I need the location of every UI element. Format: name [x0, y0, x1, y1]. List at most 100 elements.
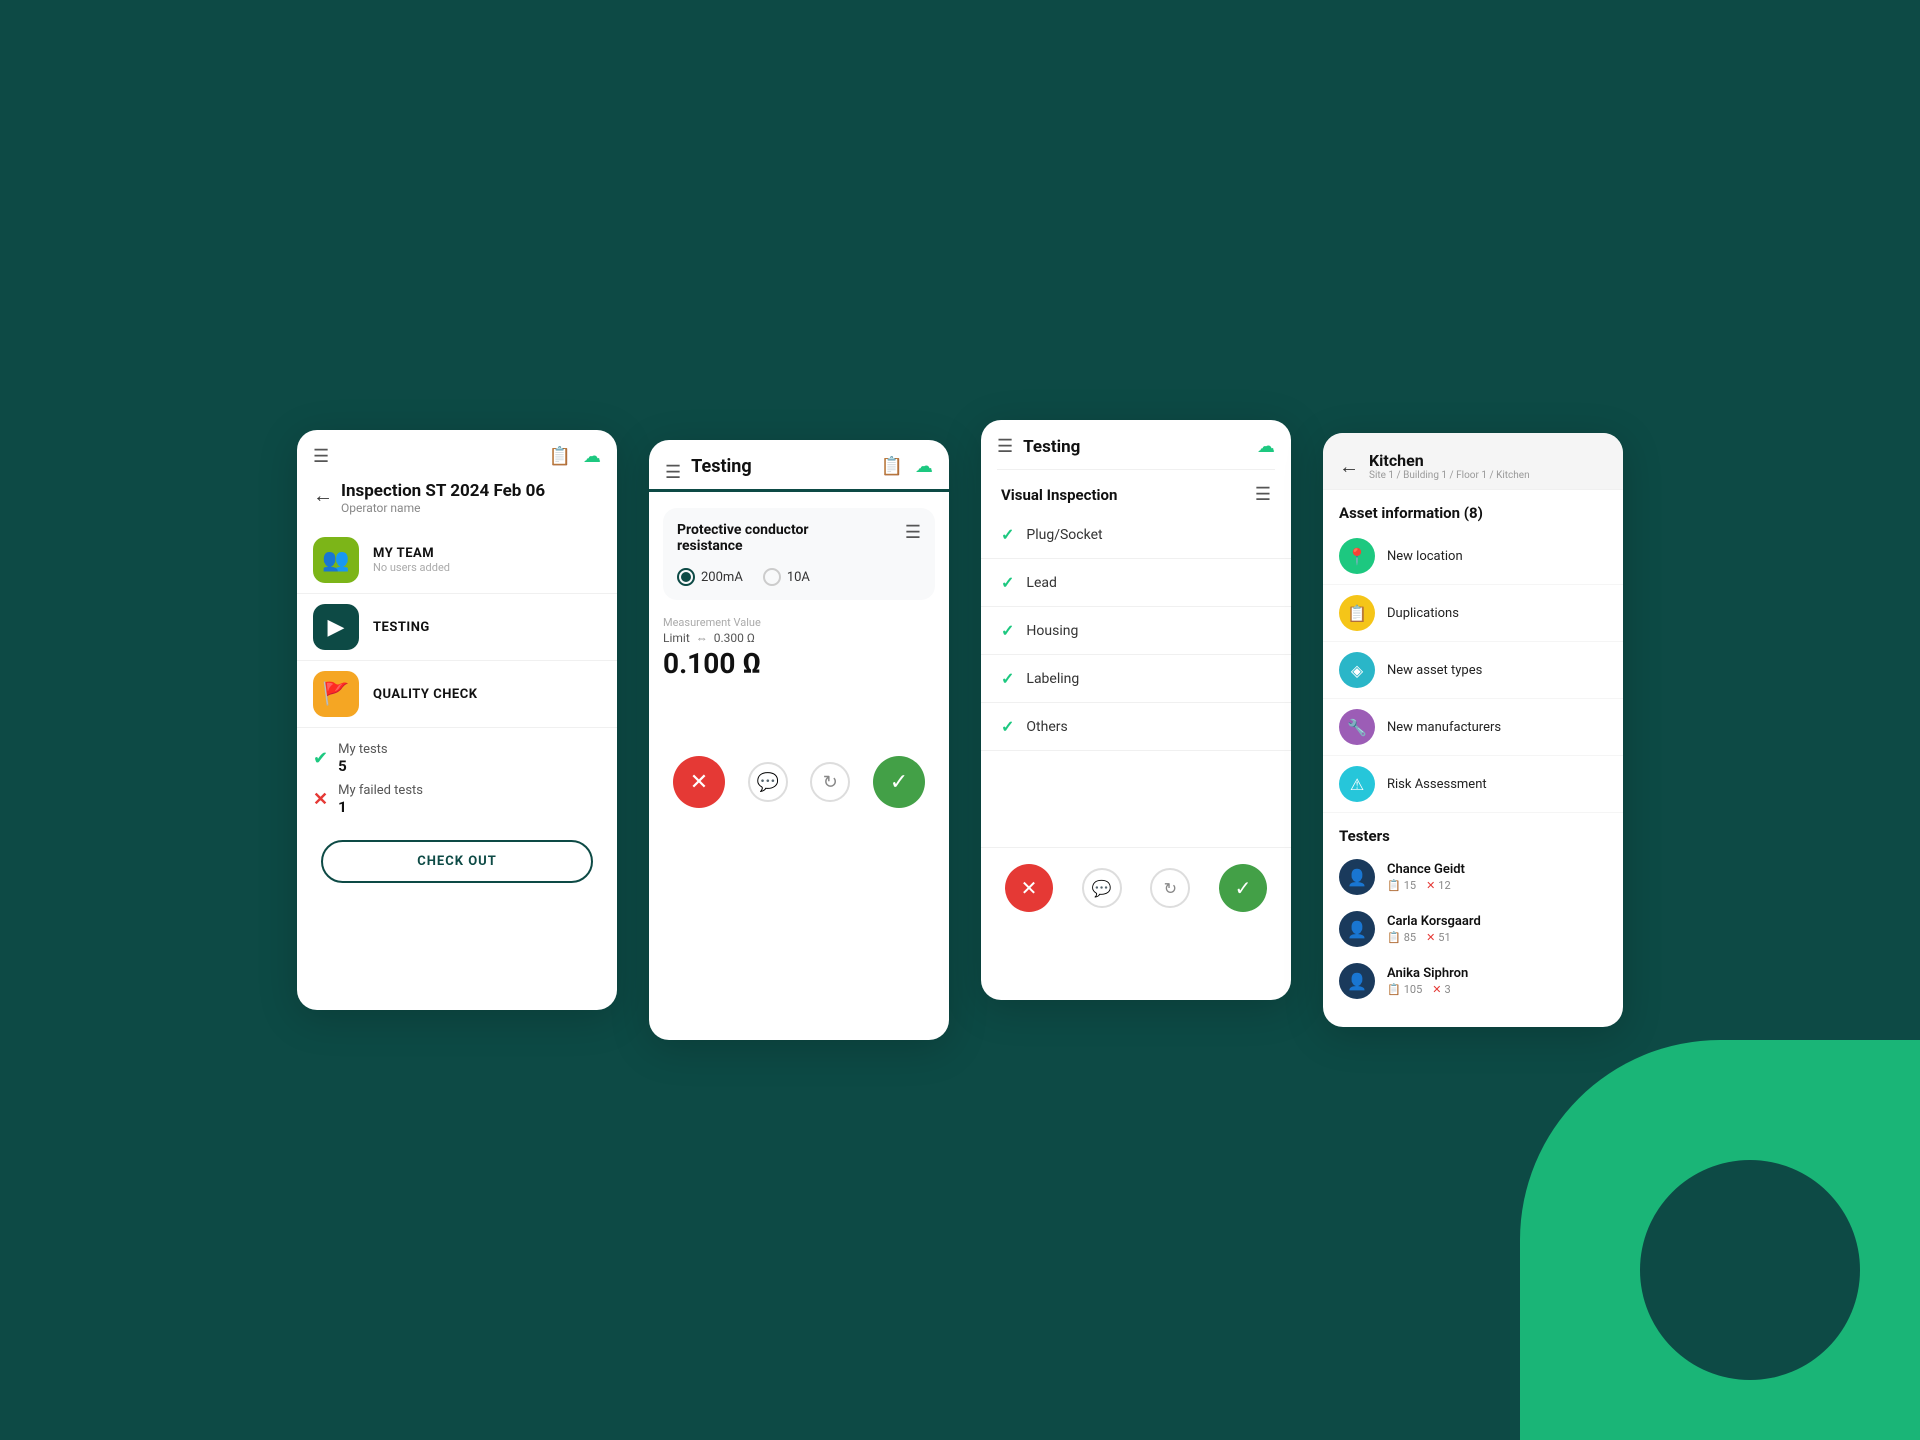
team-label: MY TEAM: [373, 546, 450, 561]
testing-info: TESTING: [373, 620, 430, 635]
panel2-accept-button[interactable]: ✓: [873, 756, 925, 808]
panel2-retry-button[interactable]: ↻: [810, 762, 850, 802]
team-icon: 👥: [313, 537, 359, 583]
asset-item-new-location[interactable]: 📍 New location: [1323, 528, 1623, 585]
check-item-housing[interactable]: ✓ Housing: [981, 607, 1291, 655]
radio-dot-10a: [763, 568, 781, 586]
measurement-label: Measurement Value: [663, 616, 935, 629]
check-icon-lead: ✓: [1001, 573, 1014, 592]
panel3-cloud-icon[interactable]: ☁: [1257, 436, 1275, 457]
tester-stats-chance: 📋 15 ✕ 12: [1387, 879, 1465, 892]
measurement-value: 0.100 Ω: [663, 647, 935, 680]
asset-item-risk-assessment[interactable]: ⚠ Risk Assessment: [1323, 756, 1623, 813]
team-section[interactable]: 👥 MY TEAM No users added: [297, 527, 617, 594]
testers-title: Testers: [1323, 813, 1623, 851]
panel4-breadcrumb: Site 1 / Building 1 / Floor 1 / Kitchen: [1369, 470, 1530, 481]
panel2-cloud-icon[interactable]: ☁: [915, 456, 933, 477]
limit-row: Limit ⇔ 0.300 Ω: [663, 631, 935, 645]
my-failed-info: My failed tests 1: [338, 783, 423, 816]
duplications-icon: 📋: [1339, 595, 1375, 631]
tester-failed-chance: ✕ 12: [1426, 879, 1451, 892]
check-item-lead[interactable]: ✓ Lead: [981, 559, 1291, 607]
panel2-header: ☰ Testing 📋 ☁: [649, 440, 949, 492]
check-label-lead: Lead: [1026, 575, 1056, 591]
tester-anika-siphron: 👤 Anika Siphron 📋 105 ✕ 3: [1323, 955, 1623, 1007]
risk-assessment-icon: ⚠: [1339, 766, 1375, 802]
tester-info-chance: Chance Geidt 📋 15 ✕ 12: [1387, 862, 1465, 892]
clipboard-sm-icon-anika: 📋: [1387, 983, 1401, 996]
risk-assessment-label: Risk Assessment: [1387, 777, 1487, 792]
asset-item-new-asset-types[interactable]: ◈ New asset types: [1323, 642, 1623, 699]
new-location-label: New location: [1387, 549, 1463, 564]
panel3-hamburger-icon[interactable]: ☰: [997, 436, 1013, 457]
tester-avatar-anika: 👤: [1339, 963, 1375, 999]
my-tests-label: My tests: [338, 742, 388, 757]
bg-shape-corner: [1640, 1160, 1860, 1380]
tester-stats-anika: 📋 105 ✕ 3: [1387, 983, 1468, 996]
panel2-title: Testing: [691, 456, 752, 489]
panel4-main-title: Kitchen: [1369, 451, 1530, 470]
panel2-action-bar: ✕ 💬 ↻ ✓: [649, 740, 949, 824]
panel3-accept-button[interactable]: ✓: [1219, 864, 1267, 912]
back-arrow-button[interactable]: ←: [313, 483, 333, 508]
panel3-comment-button[interactable]: 💬: [1082, 868, 1122, 908]
panel3-visual: ☰ Testing ☁ Visual Inspection ☰ ✓ Plug/S…: [981, 420, 1291, 1000]
quality-icon: 🚩: [313, 671, 359, 717]
panel3-reject-button[interactable]: ✕: [1005, 864, 1053, 912]
tester-avatar-chance: 👤: [1339, 859, 1375, 895]
panel2-header-icons: 📋 ☁: [881, 456, 933, 489]
tester-stats-carla: 📋 85 ✕ 51: [1387, 931, 1481, 944]
tester-tests-carla: 📋 85: [1387, 931, 1416, 944]
team-sublabel: No users added: [373, 561, 450, 574]
new-asset-types-icon: ◈: [1339, 652, 1375, 688]
panel2-reject-button[interactable]: ✕: [673, 756, 725, 808]
my-tests-value: 5: [338, 757, 388, 775]
radio-200ma[interactable]: 200mA: [677, 568, 743, 586]
panel4-title-block: Kitchen Site 1 / Building 1 / Floor 1 / …: [1369, 451, 1530, 481]
check-item-plug-socket[interactable]: ✓ Plug/Socket: [981, 511, 1291, 559]
testing-label: TESTING: [373, 620, 430, 635]
clipboard-icon[interactable]: 📋: [549, 446, 571, 467]
check-label-housing: Housing: [1026, 623, 1078, 639]
team-info: MY TEAM No users added: [373, 546, 450, 574]
my-failed-value: 1: [338, 798, 423, 816]
tester-name-carla: Carla Korsgaard: [1387, 914, 1481, 929]
radio-dot-200ma: [677, 568, 695, 586]
panel4-back-arrow[interactable]: ←: [1339, 454, 1359, 479]
title-block: Inspection ST 2024 Feb 06 Operator name: [341, 481, 545, 515]
my-failed-icon: ✕: [313, 789, 328, 810]
my-tests-icon: ✔: [313, 748, 328, 769]
radio-10a-label: 10A: [787, 570, 810, 585]
panel4-kitchen: ← Kitchen Site 1 / Building 1 / Floor 1 …: [1323, 433, 1623, 1027]
hamburger-icon[interactable]: ☰: [313, 446, 329, 467]
quality-label: QUALITY CHECK: [373, 687, 477, 702]
radio-10a[interactable]: 10A: [763, 568, 810, 586]
test-card: Protective conductor resistance ☰ 200mA …: [663, 508, 935, 600]
check-label-labeling: Labeling: [1026, 671, 1079, 687]
measurement-section: Measurement Value Limit ⇔ 0.300 Ω 0.100 …: [649, 616, 949, 680]
tester-failed-carla: ✕ 51: [1426, 931, 1451, 944]
filter-icon[interactable]: ☰: [905, 522, 921, 543]
cloud-icon[interactable]: ☁: [583, 446, 601, 467]
limit-value: 0.300 Ω: [714, 631, 755, 645]
check-item-others[interactable]: ✓ Others: [981, 703, 1291, 751]
panel2-clipboard-icon[interactable]: 📋: [881, 456, 903, 477]
tester-tests-chance: 📋 15: [1387, 879, 1416, 892]
tester-info-anika: Anika Siphron 📋 105 ✕ 3: [1387, 966, 1468, 996]
panel2-comment-button[interactable]: 💬: [748, 762, 788, 802]
testing-icon: ▶: [313, 604, 359, 650]
checkout-button[interactable]: CHECK OUT: [321, 840, 593, 883]
quality-section[interactable]: 🚩 QUALITY CHECK: [297, 661, 617, 728]
testing-section[interactable]: ▶ TESTING: [297, 594, 617, 661]
panel1-header: ☰ 📋 ☁: [297, 430, 617, 477]
asset-item-new-manufacturers[interactable]: 🔧 New manufacturers: [1323, 699, 1623, 756]
check-item-labeling[interactable]: ✓ Labeling: [981, 655, 1291, 703]
new-manufacturers-label: New manufacturers: [1387, 720, 1501, 735]
asset-item-duplications[interactable]: 📋 Duplications: [1323, 585, 1623, 642]
tester-failed-anika: ✕ 3: [1432, 983, 1450, 996]
test-card-title: Protective conductor resistance: [677, 522, 877, 554]
panel2-hamburger-icon[interactable]: ☰: [665, 462, 681, 483]
visual-filter-icon[interactable]: ☰: [1255, 484, 1271, 505]
panel3-retry-button[interactable]: ↻: [1150, 868, 1190, 908]
x-icon-chance: ✕: [1426, 879, 1435, 892]
